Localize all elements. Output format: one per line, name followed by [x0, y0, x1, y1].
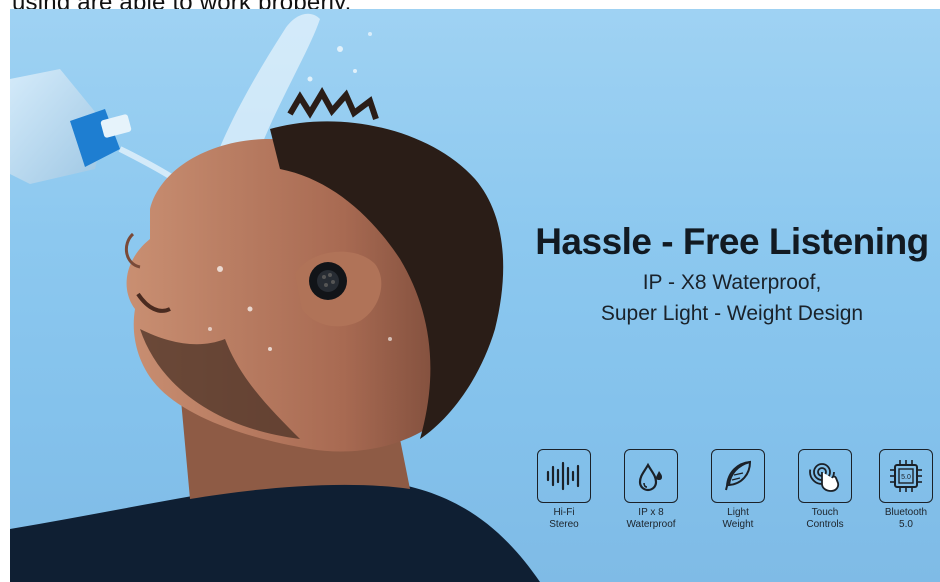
subheadline-line-2: Super Light - Weight Design [600, 302, 864, 325]
banner-panel: Hassle - Free Listening IP - X8 Waterpro… [10, 9, 940, 582]
sound-wave-icon [537, 449, 591, 503]
feature-light-weight: Light Weight [698, 449, 778, 531]
feature-label-line1: Hi-Fi [553, 507, 575, 518]
chip-label: 5.0 [901, 474, 911, 481]
feature-label-line2: Controls [806, 519, 844, 530]
feature-label-line1: Bluetooth [884, 507, 928, 518]
feature-hifi-stereo: Hi-Fi Stereo [524, 449, 604, 531]
touch-hand-icon [798, 449, 852, 503]
feature-label-line2: Stereo [549, 519, 579, 530]
page: using are able to work properly. Hassle … [0, 0, 940, 582]
feature-bluetooth: 5.0 Bluetooth 5.0 [866, 449, 940, 531]
water-drop-icon [624, 449, 678, 503]
subheadline-line-1: IP - X8 Waterproof, [642, 271, 822, 294]
feature-label-line1: IP x 8 [638, 507, 664, 518]
bluetooth-chip-icon: 5.0 [879, 449, 933, 503]
headline: Hassle - Free Listening [535, 221, 929, 262]
feature-waterproof: IP x 8 Waterproof [611, 449, 691, 531]
feature-label-line2: Waterproof [626, 519, 676, 530]
feature-label-line2: Weight [722, 519, 754, 530]
feature-touch-controls: Touch Controls [785, 449, 865, 531]
feature-label-line1: Light [727, 507, 749, 518]
feature-label-line1: Touch [811, 507, 839, 518]
feature-label-line2: 5.0 [899, 519, 913, 530]
feather-icon [711, 449, 765, 503]
